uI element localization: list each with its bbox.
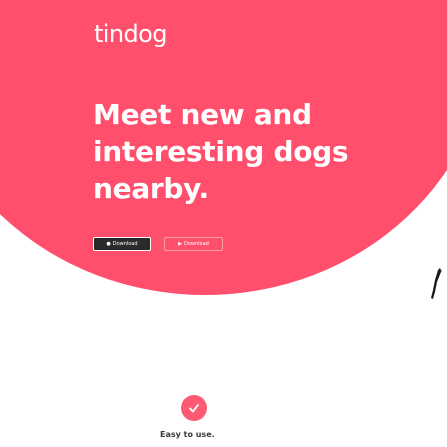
brand-logo[interactable]: tindog	[94, 22, 167, 46]
play-store-download-button[interactable]: ▶ Download	[164, 237, 223, 251]
dog-image	[431, 268, 442, 299]
check-mark-icon	[189, 404, 199, 413]
hero-headline-line-1: Meet new and	[93, 98, 312, 131]
app-store-download-button[interactable]: ● Download	[93, 237, 151, 251]
hero-headline-line-3: nearby.	[93, 172, 209, 205]
feature-title: Easy to use.	[160, 430, 215, 439]
app-store-download-label: Download	[112, 240, 138, 247]
play-store-icon: ▶	[178, 240, 182, 247]
apple-icon: ●	[106, 240, 111, 247]
landing-page: tindog Meet new and interesting dogs nea…	[0, 0, 447, 447]
hero-headline-line-2: interesting dogs	[93, 135, 349, 168]
hero-headline: Meet new and interesting dogs nearby.	[93, 96, 373, 207]
check-circle-icon	[181, 395, 207, 421]
play-store-download-label: Download	[184, 240, 209, 247]
